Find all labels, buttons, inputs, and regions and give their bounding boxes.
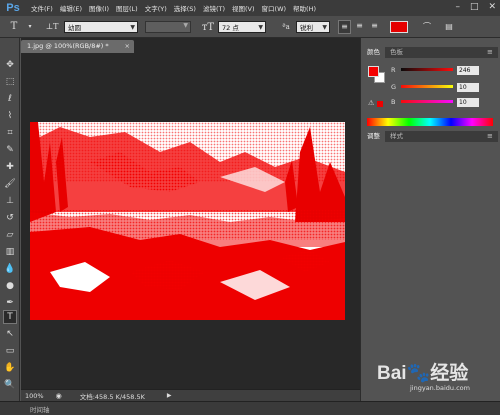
document-tab-title: 1.jpg @ 100%(RGB/8#) * [27,42,109,50]
move-tool-icon[interactable]: ✥ [3,58,17,72]
align-center-icon[interactable]: ≡ [353,20,366,34]
quick-select-tool-icon[interactable]: ⌇ [3,109,17,123]
font-size-value: 72 点 [222,24,239,32]
crop-tool-icon[interactable]: ⌗ [3,126,17,140]
chevron-down-icon: ▼ [130,24,135,31]
minimize-icon[interactable]: – [455,2,460,12]
chevron-down-icon: ▼ [183,22,188,29]
menu-view[interactable]: 视图(V) [232,3,255,13]
color-spectrum-bar[interactable] [367,118,493,126]
history-brush-tool-icon[interactable]: ↺ [3,211,17,225]
status-bar: 100% ◉ 文档:458.5 K/458.5K ▶ [21,389,360,401]
antialias-value: 锐利 [300,24,313,32]
status-info-icon[interactable]: ◉ [56,392,62,400]
eraser-tool-icon[interactable]: ▱ [3,228,17,242]
warp-text-icon[interactable]: ⌒ [420,20,434,34]
pen-tool-icon[interactable]: ✒ [3,296,17,310]
tab-swatches[interactable]: 色板 [385,47,408,58]
menu-filter[interactable]: 滤镜(T) [203,3,225,13]
red-slider[interactable] [401,68,453,71]
timeline-tab[interactable]: 时间轴 [30,404,50,414]
blue-slider[interactable] [401,100,453,103]
window-controls: – □ ✕ [455,2,496,12]
align-right-icon[interactable]: ≡ [368,20,381,34]
menu-image[interactable]: 图像(I) [89,3,109,13]
close-icon[interactable]: ✕ [488,2,496,12]
baidu-jingyan-watermark: Bai🐾经验 [377,363,469,384]
gamut-warning-icon: ⚠ [368,99,375,107]
watermark-url: jingyan.baidu.com [410,384,470,392]
panel-menu-icon[interactable]: ≡ [487,48,493,56]
red-channel-label: R [391,66,396,74]
green-value-input[interactable]: 10 [457,83,479,92]
blue-value-input[interactable]: 10 [457,98,479,107]
marquee-tool-icon[interactable]: ⬚ [3,75,17,89]
blur-tool-icon[interactable]: 💧 [3,262,17,276]
timeline-bar: 时间轴 [0,401,500,415]
adjust-panel-tabs: 调整 样式 [362,131,498,142]
web-safe-swatch[interactable] [377,101,383,107]
font-family-select[interactable]: 幼圆 ▼ [64,21,138,33]
font-style-select[interactable]: ▼ [145,21,191,33]
menu-layer[interactable]: 图层(L) [116,3,138,13]
green-slider[interactable] [401,85,453,88]
image-canvas[interactable] [30,122,345,320]
path-select-tool-icon[interactable]: ↖ [3,327,17,341]
alignment-group: ≡ ≡ ≡ [338,20,382,34]
lasso-tool-icon[interactable]: ℓ [3,92,17,106]
tab-adjustments[interactable]: 调整 [362,131,385,142]
text-color-swatch[interactable] [390,21,408,33]
menu-help[interactable]: 帮助(H) [293,3,316,13]
chevron-down-icon: ▼ [322,24,327,31]
font-size-select[interactable]: 72 点 ▼ [218,21,266,33]
menu-bar: Ps 文件(F) 编辑(E) 图像(I) 图层(L) 文字(Y) 选择(S) 滤… [0,0,500,16]
tools-panel: ✥ ⬚ ℓ ⌇ ⌗ ✎ ✚ 🖌 ⊥ ↺ ▱ ▥ 💧 ● ✒ T ↖ ▭ ✋ 🔍 [0,38,20,401]
color-panel-tabs: 颜色 色板 [362,47,498,58]
close-tab-icon[interactable]: × [125,40,130,53]
foreground-color-swatch[interactable] [368,66,379,77]
tab-color[interactable]: 颜色 [362,47,385,58]
gradient-tool-icon[interactable]: ▥ [3,245,17,259]
antialias-select[interactable]: 锐利 ▼ [296,21,330,33]
menu-window[interactable]: 窗口(W) [262,3,287,13]
menu-edit[interactable]: 编辑(E) [60,3,82,13]
tab-styles[interactable]: 样式 [385,131,408,142]
panel-menu-icon[interactable]: ≡ [487,132,493,140]
zoom-level[interactable]: 100% [25,392,44,400]
character-panel-icon[interactable]: ▤ [442,20,456,34]
rectangle-tool-icon[interactable]: ▭ [3,344,17,358]
tool-preset-arrow-icon[interactable]: ▾ [22,19,38,35]
antialias-icon: ªa [282,23,290,31]
healing-brush-tool-icon[interactable]: ✚ [3,160,17,174]
type-tool-icon[interactable]: T [3,310,17,324]
font-size-icon: ᴛT [201,21,215,33]
photoshop-logo: Ps [6,2,20,14]
red-value-input[interactable]: 246 [457,66,479,75]
landscape-image [30,122,345,320]
document-size-info: 文档:458.5 K/458.5K [79,392,145,401]
font-family-value: 幼圆 [68,24,81,32]
text-orientation-icon[interactable]: ⊥T [44,19,60,35]
maximize-icon[interactable]: □ [470,2,479,12]
status-menu-arrow-icon[interactable]: ▶ [167,392,172,399]
hand-tool-icon[interactable]: ✋ [3,361,17,375]
blue-channel-label: B [391,98,396,106]
align-left-icon[interactable]: ≡ [338,20,351,34]
brush-tool-icon[interactable]: 🖌 [3,177,17,191]
eyedropper-tool-icon[interactable]: ✎ [3,143,17,157]
menu-select[interactable]: 选择(S) [174,3,196,13]
clone-stamp-tool-icon[interactable]: ⊥ [3,194,17,208]
document-tab[interactable]: 1.jpg @ 100%(RGB/8#) * × [21,40,134,53]
type-tool-icon[interactable]: T [6,19,22,35]
chevron-down-icon: ▼ [258,24,263,31]
menu-type[interactable]: 文字(Y) [145,3,167,13]
green-channel-label: G [391,83,397,91]
dodge-tool-icon[interactable]: ● [3,279,17,293]
menu-file[interactable]: 文件(F) [31,3,53,13]
zoom-tool-icon[interactable]: 🔍 [3,378,17,392]
